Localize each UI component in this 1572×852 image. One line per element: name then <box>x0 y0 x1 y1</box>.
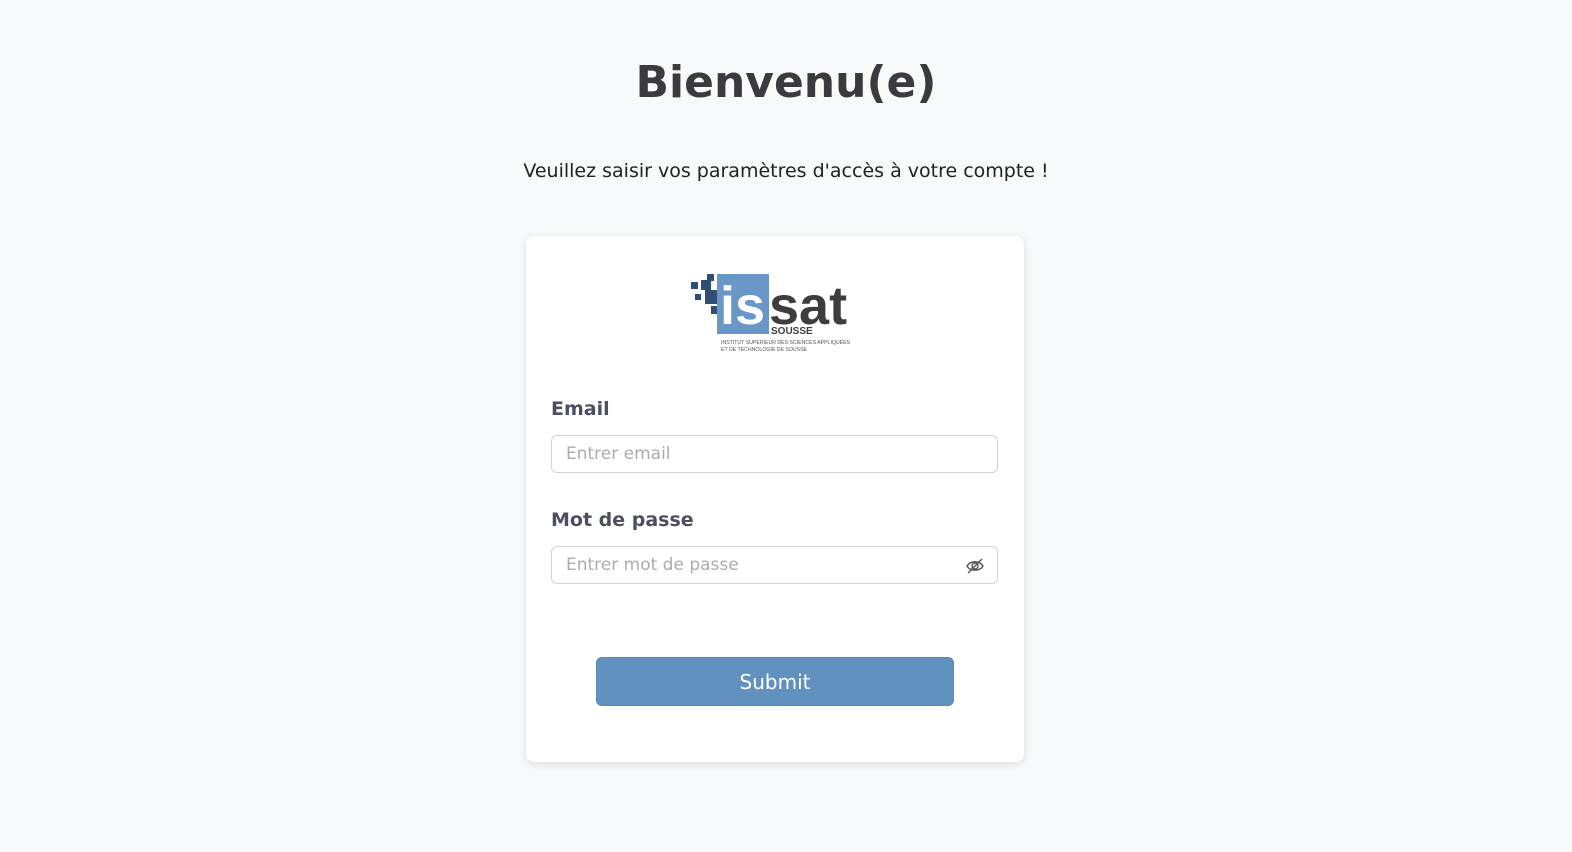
issat-logo: is sat SOUSSE INSTITUT SUPÉRIEUR DES SCI… <box>691 274 851 353</box>
password-input[interactable] <box>552 547 966 583</box>
eye-slash-icon[interactable] <box>965 556 985 576</box>
email-field-wrapper <box>551 435 998 473</box>
password-field-wrapper <box>551 546 998 584</box>
logo-square <box>707 274 714 281</box>
submit-button[interactable]: Submit <box>596 657 954 706</box>
email-label: Email <box>551 398 610 420</box>
logo-tagline-2: ET DE TECHNOLOGIE DE SOUSSE <box>721 347 808 353</box>
logo-square <box>701 280 711 290</box>
page-subtitle: Veuillez saisir vos paramètres d'accès à… <box>523 160 1049 182</box>
logo-square <box>695 294 701 300</box>
logo-city: SOUSSE <box>771 326 813 337</box>
email-input[interactable] <box>552 436 966 472</box>
logo-square <box>705 290 719 304</box>
password-label: Mot de passe <box>551 509 694 531</box>
login-page: Bienvenu(e) Veuillez saisir vos paramètr… <box>0 0 1572 852</box>
page-title: Bienvenu(e) <box>635 57 937 108</box>
logo-wordmark-left: is <box>720 276 765 336</box>
logo-square <box>691 282 698 289</box>
logo-tagline-1: INSTITUT SUPÉRIEUR DES SCIENCES APPLIQUÉ… <box>721 339 851 346</box>
login-card: is sat SOUSSE INSTITUT SUPÉRIEUR DES SCI… <box>526 236 1024 762</box>
